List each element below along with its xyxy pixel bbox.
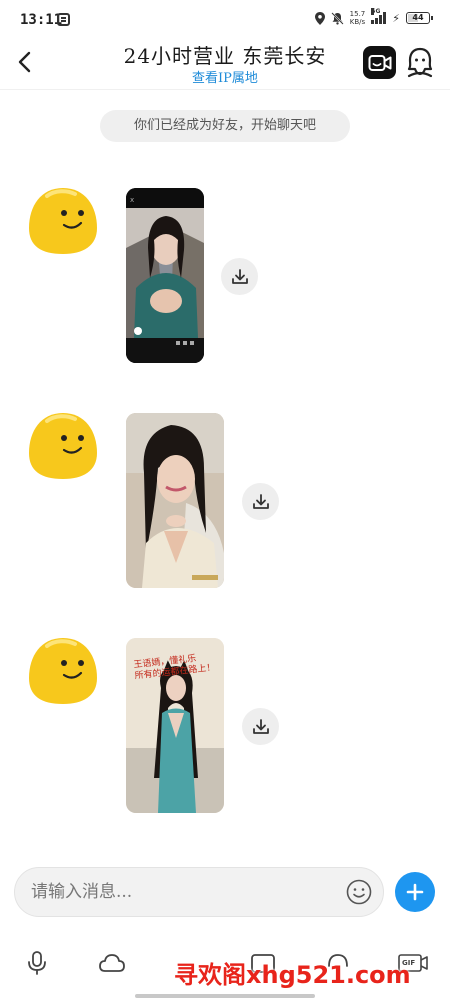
video-call-button[interactable] — [363, 46, 396, 79]
battery-icon: 44 — [406, 12, 433, 24]
smiley-icon[interactable] — [346, 879, 372, 905]
video-thumbnail: x — [126, 188, 204, 363]
network-speed: 15.7 KB/s — [350, 10, 366, 26]
status-bar: 13:11 15.7 KB/s 5G ⚡ 44 — [0, 0, 450, 40]
cloud-button[interactable] — [97, 948, 127, 978]
video-message[interactable]: x — [126, 188, 204, 363]
notification-icon — [57, 13, 70, 26]
cloud-icon — [99, 954, 125, 972]
message-composer — [14, 867, 384, 917]
microphone-icon — [28, 951, 46, 975]
friend-added-notice: 你们已经成为好友，开始聊天吧 — [100, 110, 350, 142]
avatar[interactable] — [27, 636, 99, 706]
voice-button[interactable] — [22, 948, 52, 978]
message-input[interactable] — [31, 868, 341, 916]
download-button[interactable] — [242, 483, 279, 520]
svg-text:x: x — [130, 196, 134, 204]
mute-bell-icon — [330, 11, 344, 25]
watermark-text: 寻欢阁xhg521.com — [174, 961, 411, 989]
user-profile-icon[interactable] — [405, 46, 435, 79]
download-icon — [252, 718, 269, 734]
chat-header: 24小时营业 东莞长安 查看IP属地 — [0, 40, 450, 90]
status-indicators: 15.7 KB/s 5G ⚡ 44 — [314, 8, 433, 26]
avatar[interactable] — [27, 411, 99, 481]
download-button[interactable] — [221, 258, 258, 295]
video-message[interactable] — [126, 413, 224, 588]
send-button[interactable] — [395, 872, 435, 912]
video-camera-icon — [368, 54, 391, 71]
network-speed-unit: KB/s — [349, 18, 366, 26]
battery-level: 44 — [412, 13, 424, 22]
charging-icon: ⚡ — [392, 11, 400, 25]
download-icon — [231, 268, 248, 284]
download-icon — [252, 493, 269, 509]
status-time: 13:11 — [20, 12, 63, 28]
plus-icon — [406, 883, 424, 901]
network-speed-value: 15.7 — [349, 10, 366, 18]
signal-icon: 5G — [371, 8, 387, 24]
video-thumbnail — [126, 413, 224, 588]
avatar[interactable] — [27, 186, 99, 256]
home-indicator[interactable] — [135, 994, 315, 998]
download-button[interactable] — [242, 708, 279, 745]
video-message[interactable]: 王语嫣，懂礼乐 所有的运都在路上！ — [126, 638, 224, 813]
location-icon — [314, 11, 325, 25]
network-type: 5G — [371, 8, 381, 15]
